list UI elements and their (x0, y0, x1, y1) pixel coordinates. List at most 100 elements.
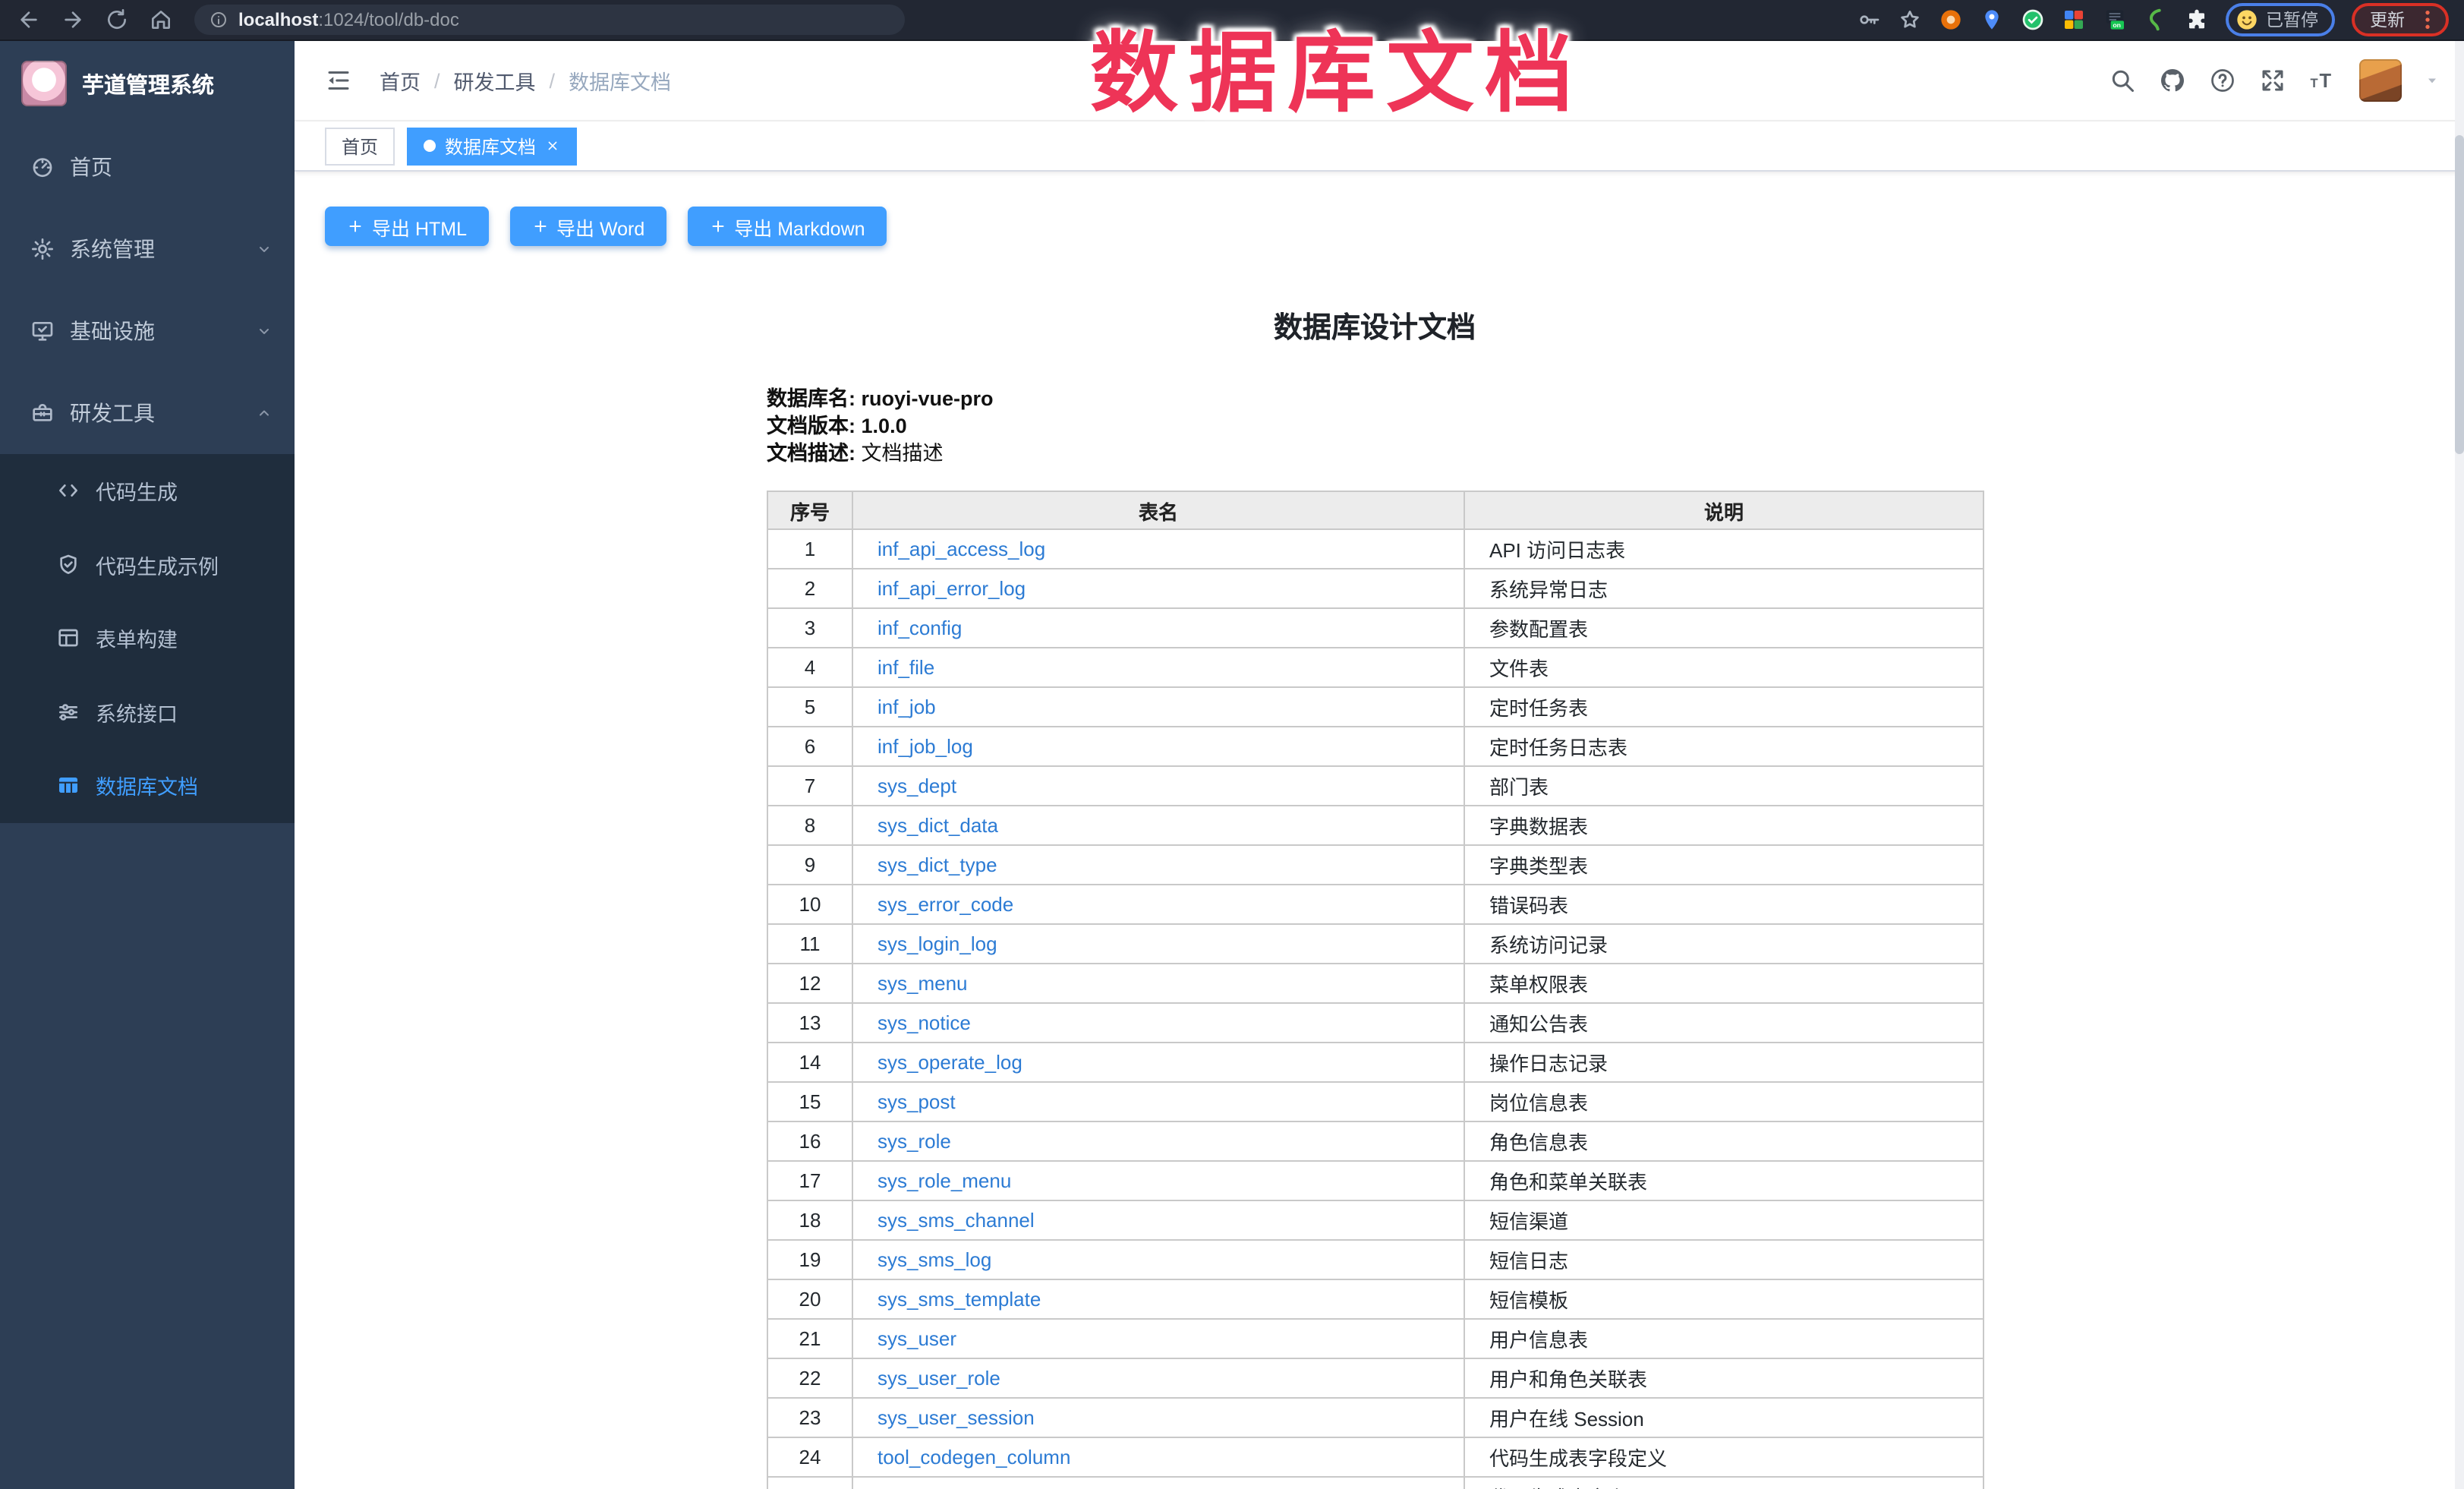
table-link[interactable]: sys_user_role (878, 1367, 1000, 1390)
export-word-button[interactable]: 导出 Word (509, 207, 666, 246)
extension-pin-icon[interactable] (1979, 8, 2003, 32)
extension-grid-icon[interactable] (2061, 8, 2085, 32)
font-size-icon[interactable]: TT (2309, 67, 2336, 94)
doc-meta: 数据库名: ruoyi-vue-pro 文档版本: 1.0.0 文档描述: 文档… (767, 386, 1983, 468)
bookmark-star-icon[interactable] (1897, 8, 1921, 32)
table-link[interactable]: inf_api_access_log (878, 538, 1045, 560)
table-link[interactable]: tool_codegen_table (878, 1485, 1050, 1489)
table-row: 6inf_job_log定时任务日志表 (767, 727, 1983, 766)
tab-数据库文档[interactable]: 数据库文档 (407, 127, 577, 165)
table-name-cell: sys_sms_channel (852, 1200, 1464, 1240)
browser-menu-icon[interactable] (2415, 8, 2440, 32)
help-icon[interactable] (2209, 67, 2236, 94)
table-row: 14sys_operate_log操作日志记录 (767, 1043, 1983, 1082)
sidebar-item-数据库文档[interactable]: 数据库文档 (0, 749, 295, 822)
header-actions: TT (2109, 59, 2440, 102)
url-host: localhost (238, 9, 318, 30)
app-logo[interactable]: 芋道管理系统 (0, 41, 295, 126)
table-link[interactable]: sys_user_session (878, 1406, 1035, 1429)
table-desc-cell: 角色和菜单关联表 (1464, 1161, 1983, 1200)
table-link[interactable]: sys_dept (878, 774, 956, 797)
table-link[interactable]: sys_sms_log (878, 1248, 991, 1271)
sliders-icon (56, 700, 80, 724)
browser-back-button[interactable] (17, 8, 41, 32)
table-link[interactable]: sys_notice (878, 1011, 971, 1034)
extension-orange-icon[interactable] (1938, 8, 1962, 32)
row-index-cell: 4 (767, 648, 852, 687)
table-row: 13sys_notice通知公告表 (767, 1003, 1983, 1043)
tab-label: 数据库文档 (445, 133, 536, 159)
sidebar-item-基础设施[interactable]: 基础设施 (0, 290, 295, 372)
sidebar-item-首页[interactable]: 首页 (0, 126, 295, 208)
table-row: 8sys_dict_data字典数据表 (767, 806, 1983, 845)
export-markdown-button[interactable]: 导出 Markdown (687, 207, 886, 246)
extension-green-icon[interactable] (2143, 8, 2167, 32)
sidebar-item-系统接口[interactable]: 系统接口 (0, 675, 295, 749)
sidebar-item-代码生成示例[interactable]: 代码生成示例 (0, 528, 295, 601)
sidebar-item-表单构建[interactable]: 表单构建 (0, 601, 295, 675)
sidebar-submenu: 代码生成代码生成示例表单构建系统接口数据库文档 (0, 454, 295, 822)
table-desc-cell: 代码生成表字段定义 (1464, 1437, 1983, 1477)
table-link[interactable]: sys_dict_data (878, 814, 998, 837)
breadcrumb-item[interactable]: 首页 (380, 65, 421, 96)
table-row: 7sys_dept部门表 (767, 766, 1983, 806)
fullscreen-icon[interactable] (2259, 67, 2286, 94)
table-name-cell: inf_job_log (852, 727, 1464, 766)
page-scrollbar[interactable] (2455, 41, 2464, 1489)
close-icon[interactable] (545, 138, 560, 153)
table-link[interactable]: inf_config (878, 617, 962, 639)
active-tab-dot (424, 140, 436, 152)
table-link[interactable]: sys_error_code (878, 893, 1013, 916)
plus-icon (708, 217, 726, 235)
browser-forward-button[interactable] (61, 8, 85, 32)
search-icon[interactable] (2109, 67, 2136, 94)
scrollbar-handle[interactable] (2455, 135, 2464, 454)
table-link[interactable]: sys_sms_template (878, 1288, 1041, 1311)
table-link[interactable]: sys_dict_type (878, 853, 997, 876)
table-link[interactable]: inf_job_log (878, 735, 973, 758)
password-manager-icon[interactable] (1856, 8, 1880, 32)
breadcrumb-item: 数据库文档 (569, 65, 671, 96)
breadcrumb-item[interactable]: 研发工具 (454, 65, 536, 96)
browser-update-badge[interactable]: 更新 (2352, 3, 2449, 36)
sidebar-item-label: 研发工具 (70, 398, 240, 428)
sidebar-item-代码生成[interactable]: 代码生成 (0, 454, 295, 528)
sidebar-item-研发工具[interactable]: 研发工具 (0, 372, 295, 454)
table-link[interactable]: sys_menu (878, 972, 968, 995)
update-badge-label: 更新 (2370, 8, 2405, 32)
collapse-sidebar-icon[interactable] (325, 67, 352, 94)
doc-meta-description: 文档描述: 文档描述 (767, 440, 1983, 468)
paused-extension-badge[interactable]: 已暂停 (2225, 3, 2335, 36)
browser-home-button[interactable] (149, 8, 173, 32)
avatar[interactable] (2359, 59, 2402, 102)
table-link[interactable]: sys_sms_channel (878, 1209, 1035, 1232)
export-html-button[interactable]: 导出 HTML (325, 207, 488, 246)
table-link[interactable]: sys_role (878, 1130, 951, 1153)
table-link[interactable]: sys_operate_log (878, 1051, 1022, 1074)
page-info-icon[interactable] (210, 11, 228, 29)
table-link[interactable]: sys_role_menu (878, 1169, 1011, 1192)
table-link[interactable]: inf_job (878, 696, 936, 718)
caret-down-icon[interactable] (2425, 73, 2440, 88)
table-header-cell: 说明 (1464, 491, 1983, 529)
table-link[interactable]: sys_login_log (878, 932, 997, 955)
db-doc-preview: 数据库设计文档 数据库名: ruoyi-vue-pro 文档版本: 1.0.0 … (767, 267, 1983, 1489)
table-link[interactable]: sys_post (878, 1090, 956, 1113)
tab-首页[interactable]: 首页 (325, 127, 395, 165)
table-link[interactable]: tool_codegen_column (878, 1446, 1070, 1468)
browser-reload-button[interactable] (105, 8, 129, 32)
url-bar[interactable]: localhost:1024/tool/db-doc (194, 5, 905, 35)
sidebar-item-系统管理[interactable]: 系统管理 (0, 208, 295, 290)
row-index-cell: 8 (767, 806, 852, 845)
table-row: 15sys_post岗位信息表 (767, 1082, 1983, 1121)
row-index-cell: 17 (767, 1161, 852, 1200)
table-link[interactable]: inf_file (878, 656, 934, 679)
table-link[interactable]: inf_api_error_log (878, 577, 1026, 600)
table-link[interactable]: sys_user (878, 1327, 956, 1350)
table-row: 1inf_api_access_logAPI 访问日志表 (767, 529, 1983, 569)
github-icon[interactable] (2159, 67, 2186, 94)
extension-check-icon[interactable] (2020, 8, 2044, 32)
extensions-puzzle-icon[interactable] (2184, 8, 2208, 32)
tab-label: 首页 (342, 133, 378, 159)
extension-on-icon[interactable]: on (2102, 8, 2126, 32)
